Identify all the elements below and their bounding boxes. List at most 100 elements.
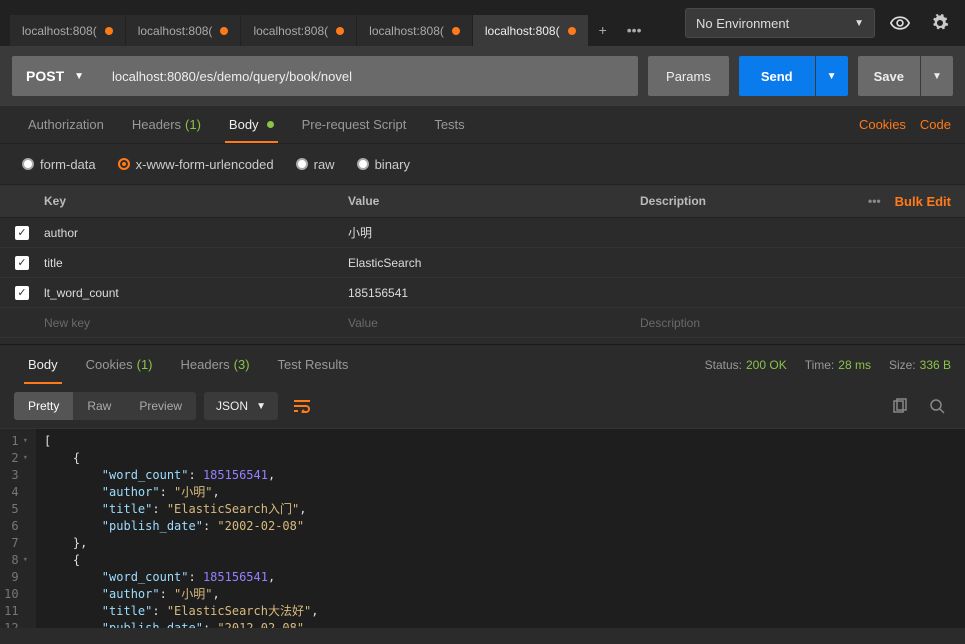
- bulk-edit-link[interactable]: Bulk Edit: [895, 194, 951, 209]
- tab-body[interactable]: Body: [215, 106, 288, 143]
- view-mode-segment: Pretty Raw Preview: [14, 392, 196, 420]
- radio-raw[interactable]: raw: [296, 157, 335, 172]
- save-dropdown-button[interactable]: ▼: [921, 56, 953, 96]
- request-tab-active[interactable]: localhost:808(: [473, 15, 589, 46]
- tab-tests[interactable]: Tests: [420, 106, 478, 143]
- chevron-down-icon: ▼: [854, 18, 864, 29]
- method-label: POST: [26, 68, 64, 84]
- request-tab[interactable]: localhost:808(: [10, 15, 126, 46]
- http-method-select[interactable]: POST ▼: [12, 56, 98, 96]
- send-dropdown-button[interactable]: ▼: [816, 56, 848, 96]
- chevron-down-icon: ▼: [932, 71, 942, 82]
- unsaved-dot-icon: [336, 27, 344, 35]
- kv-header-key: Key: [44, 194, 338, 208]
- tab-label: localhost:808(: [369, 24, 444, 38]
- row-checkbox[interactable]: ✓: [15, 256, 29, 270]
- modified-dot-icon: [267, 121, 274, 128]
- eye-icon: [890, 16, 910, 30]
- kv-header-row: Key Value Description ••• Bulk Edit: [0, 184, 965, 218]
- search-icon: [929, 398, 945, 414]
- kv-value[interactable]: ElasticSearch: [338, 256, 630, 270]
- line-gutter: 1 ▾2 ▾3 4 5 6 7 8 ▾9 10 11 12 13 14: [0, 429, 36, 628]
- chevron-down-icon: ▼: [827, 71, 837, 82]
- request-tab[interactable]: localhost:808(: [357, 15, 473, 46]
- kv-value-placeholder[interactable]: Value: [338, 316, 630, 330]
- tab-overflow-button[interactable]: •••: [617, 14, 652, 46]
- tab-prerequest[interactable]: Pre-request Script: [288, 106, 421, 143]
- row-checkbox[interactable]: ✓: [15, 286, 29, 300]
- unsaved-dot-icon: [452, 27, 460, 35]
- request-tab-strip: localhost:808( localhost:808( localhost:…: [10, 0, 675, 46]
- cookies-link[interactable]: Cookies: [859, 117, 906, 132]
- code-content: [ { "word_count": 185156541, "author": "…: [36, 429, 326, 628]
- kv-more-button[interactable]: •••: [868, 194, 881, 208]
- kv-key[interactable]: title: [44, 256, 338, 270]
- save-button[interactable]: Save: [858, 56, 920, 96]
- kv-row[interactable]: ✓ author 小明: [0, 218, 965, 248]
- unsaved-dot-icon: [105, 27, 113, 35]
- kv-header-value: Value: [338, 194, 630, 208]
- response-toolbar: Pretty Raw Preview JSON ▼: [0, 384, 965, 428]
- request-section-tabs: Authorization Headers (1) Body Pre-reque…: [0, 106, 965, 144]
- radio-form-data[interactable]: form-data: [22, 157, 96, 172]
- radio-icon: [296, 158, 308, 170]
- wrap-lines-button[interactable]: [286, 391, 318, 421]
- radio-icon: [22, 158, 34, 170]
- tab-label: localhost:808(: [485, 24, 560, 38]
- url-input[interactable]: [98, 56, 638, 96]
- settings-button[interactable]: [925, 8, 955, 38]
- view-raw[interactable]: Raw: [73, 392, 125, 420]
- resp-tab-cookies[interactable]: Cookies (1): [72, 345, 167, 384]
- environment-select[interactable]: No Environment ▼: [685, 8, 875, 38]
- new-tab-button[interactable]: +: [589, 14, 617, 46]
- body-type-radios: form-data x-www-form-urlencoded raw bina…: [0, 144, 965, 184]
- chevron-down-icon: ▼: [74, 71, 84, 82]
- response-meta: Status:200 OK Time:28 ms Size:336 B: [705, 358, 951, 372]
- environment-controls: No Environment ▼: [685, 8, 955, 38]
- unsaved-dot-icon: [220, 27, 228, 35]
- gear-icon: [931, 14, 949, 32]
- copy-response-button[interactable]: [885, 392, 913, 420]
- format-select[interactable]: JSON ▼: [204, 392, 278, 420]
- kv-row-placeholder[interactable]: New key Value Description: [0, 308, 965, 338]
- resp-tab-body[interactable]: Body: [14, 345, 72, 384]
- request-tab[interactable]: localhost:808(: [126, 15, 242, 46]
- copy-icon: [891, 398, 907, 414]
- kv-value[interactable]: 小明: [338, 224, 630, 241]
- kv-row[interactable]: ✓ lt_word_count 185156541: [0, 278, 965, 308]
- tab-headers[interactable]: Headers (1): [118, 106, 215, 143]
- tab-authorization[interactable]: Authorization: [14, 106, 118, 143]
- unsaved-dot-icon: [568, 27, 576, 35]
- request-tab[interactable]: localhost:808(: [241, 15, 357, 46]
- code-link[interactable]: Code: [920, 117, 951, 132]
- view-pretty[interactable]: Pretty: [14, 392, 73, 420]
- send-button[interactable]: Send: [739, 56, 815, 96]
- radio-binary[interactable]: binary: [357, 157, 410, 172]
- radio-icon: [357, 158, 369, 170]
- chevron-down-icon: ▼: [256, 401, 266, 412]
- kv-desc-placeholder[interactable]: Description: [630, 316, 965, 330]
- search-response-button[interactable]: [923, 392, 951, 420]
- tab-label: localhost:808(: [138, 24, 213, 38]
- wrap-icon: [293, 399, 311, 413]
- radio-icon: [118, 158, 130, 170]
- environment-quick-look-button[interactable]: [885, 8, 915, 38]
- resp-tab-tests[interactable]: Test Results: [264, 345, 363, 384]
- resp-tab-headers[interactable]: Headers (3): [167, 345, 264, 384]
- response-body-editor[interactable]: 1 ▾2 ▾3 4 5 6 7 8 ▾9 10 11 12 13 14 [ { …: [0, 428, 965, 628]
- kv-key-placeholder[interactable]: New key: [44, 316, 338, 330]
- kv-value[interactable]: 185156541: [338, 286, 630, 300]
- top-bar: localhost:808( localhost:808( localhost:…: [0, 0, 965, 46]
- row-checkbox[interactable]: ✓: [15, 226, 29, 240]
- kv-header-desc: Description: [640, 194, 706, 208]
- kv-row[interactable]: ✓ title ElasticSearch: [0, 248, 965, 278]
- request-bar: POST ▼ Params Send ▼ Save ▼: [0, 46, 965, 106]
- environment-label: No Environment: [696, 16, 789, 31]
- params-button[interactable]: Params: [648, 56, 729, 96]
- kv-key[interactable]: author: [44, 226, 338, 240]
- view-preview[interactable]: Preview: [125, 392, 196, 420]
- kv-key[interactable]: lt_word_count: [44, 286, 338, 300]
- tab-label: localhost:808(: [22, 24, 97, 38]
- tab-label: localhost:808(: [253, 24, 328, 38]
- radio-xwww[interactable]: x-www-form-urlencoded: [118, 157, 274, 172]
